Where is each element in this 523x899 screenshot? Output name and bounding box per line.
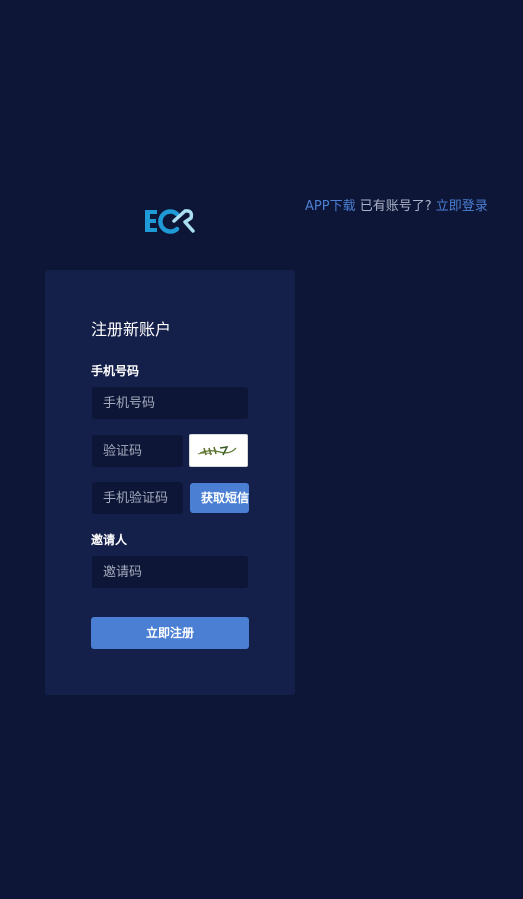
phone-input[interactable]: [92, 387, 248, 419]
have-account-text: 已有账号了?: [359, 199, 432, 214]
get-sms-button[interactable]: 获取短信验证码: [190, 483, 249, 513]
phone-label: 手机号码: [91, 364, 140, 378]
sms-code-input[interactable]: [92, 482, 183, 514]
logo-icon: [145, 209, 195, 234]
top-links: APP下载 已有账号了? 立即登录: [305, 199, 488, 215]
captcha-input[interactable]: [92, 435, 183, 467]
register-button[interactable]: 立即注册: [91, 617, 249, 649]
captcha-image[interactable]: [189, 434, 248, 467]
form-title: 注册新账户: [91, 320, 172, 339]
invite-code-input[interactable]: [92, 556, 248, 588]
captcha-glyphs-icon: [197, 446, 237, 456]
inviter-label: 邀请人: [91, 533, 128, 547]
login-link[interactable]: 立即登录: [436, 199, 488, 214]
app-download-link[interactable]: APP下载: [305, 199, 356, 214]
